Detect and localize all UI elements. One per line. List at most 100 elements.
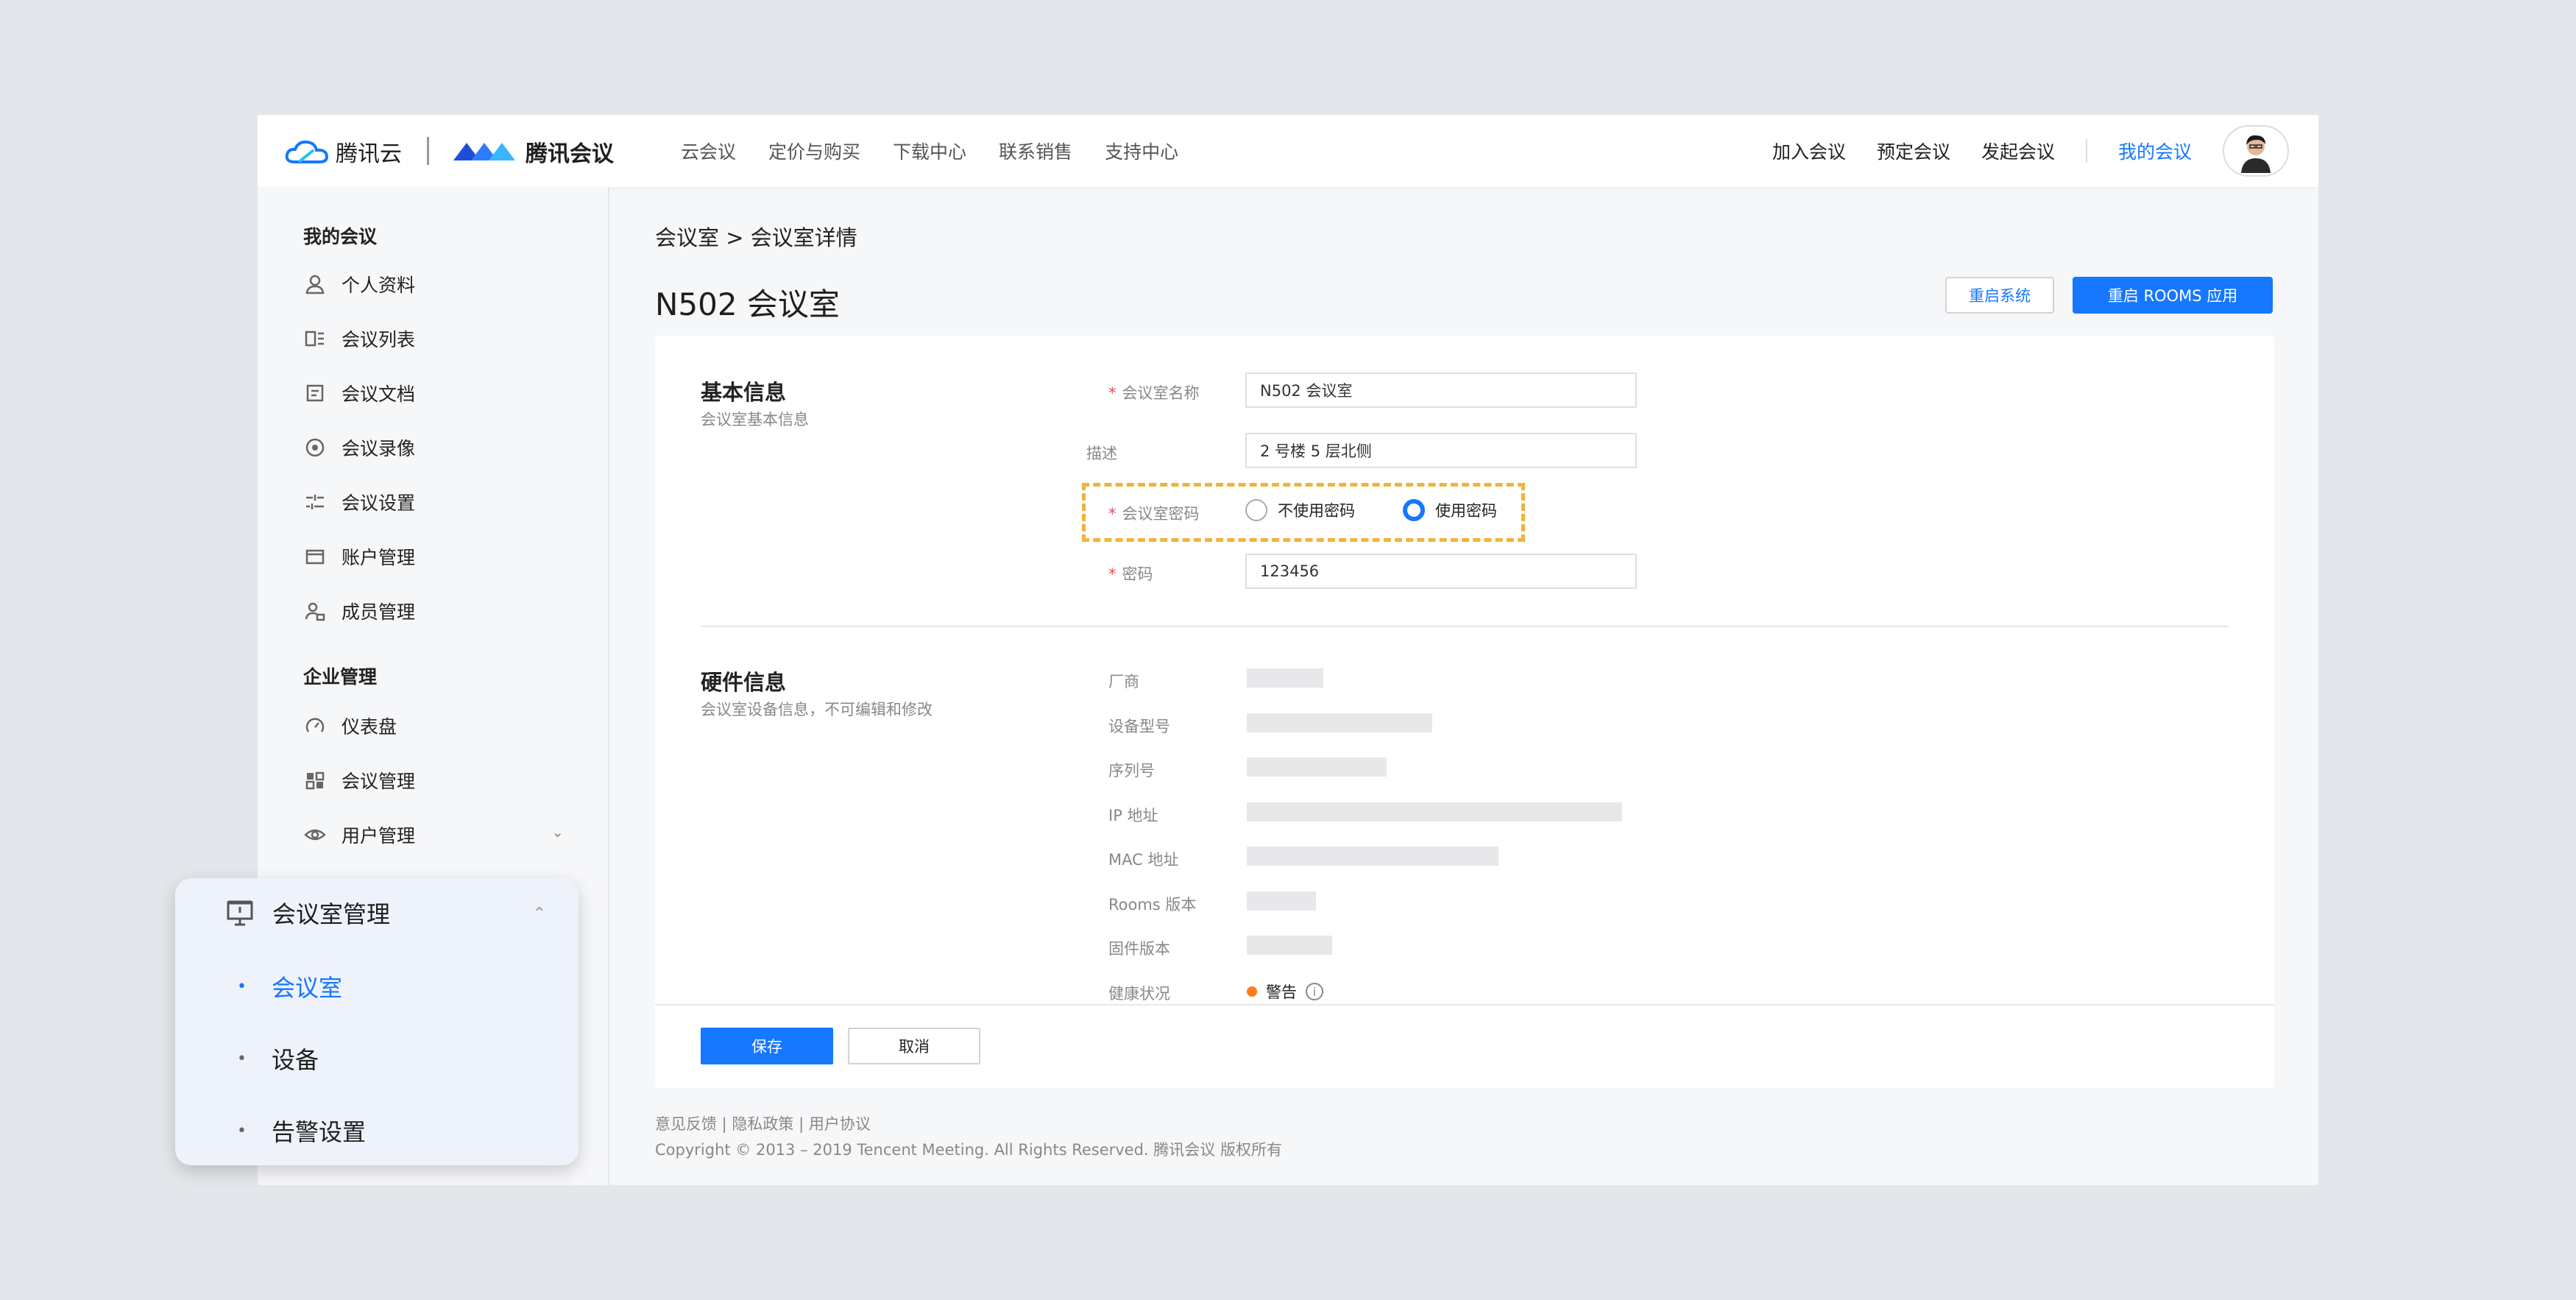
- rooms-version-value-placeholder: [1247, 891, 1316, 911]
- bullet-dot-icon: •: [237, 1121, 247, 1140]
- grid-icon: [303, 769, 327, 792]
- section-divider: [701, 626, 2229, 627]
- ip-label: IP 地址: [1108, 807, 1158, 824]
- health-status-text: 警告: [1266, 983, 1297, 1001]
- save-button[interactable]: 保存: [701, 1028, 833, 1064]
- settings-sliders-icon: [303, 490, 327, 514]
- avatar[interactable]: [2223, 125, 2289, 177]
- sidebar-item-label: 会议列表: [342, 329, 416, 350]
- sidebar-item-label: 会议录像: [342, 438, 416, 459]
- nav-divider: [2085, 139, 2087, 163]
- tencent-meeting-logo[interactable]: 腾讯会议: [450, 135, 614, 168]
- hardware-info-title: 硬件信息: [701, 670, 787, 695]
- description-input[interactable]: 2 号楼 5 层北侧: [1245, 433, 1637, 468]
- eye-icon: [303, 823, 327, 847]
- sidebar-item-label: 成员管理: [342, 601, 416, 623]
- brand1-text: 腾讯云: [336, 141, 402, 167]
- health-status: 警告 i: [1247, 981, 1323, 1003]
- sidebar-item-recordings[interactable]: 会议录像: [303, 433, 415, 462]
- chevron-down-icon[interactable]: ⌄: [551, 823, 564, 841]
- room-management-submenu: 会议室管理 ⌃ • 会议室 • 设备 • 告警设置: [175, 878, 578, 1165]
- radio-no-password[interactable]: 不使用密码: [1245, 499, 1355, 521]
- radio-use-password-label: 使用密码: [1435, 502, 1497, 520]
- room-management-header[interactable]: 会议室管理: [225, 896, 390, 930]
- submenu-item-alert-settings[interactable]: • 告警设置: [237, 1114, 366, 1148]
- vendor-label: 厂商: [1108, 673, 1139, 690]
- sidebar-item-account[interactable]: 账户管理: [303, 542, 415, 571]
- room-name-label: * 会议室名称: [1108, 384, 1200, 402]
- bullet-dot-icon: •: [237, 977, 247, 996]
- sidebar-section-enterprise: 企业管理: [303, 666, 378, 688]
- top-nav: 云会议 定价与购买 下载中心 联系销售 支持中心: [681, 115, 1178, 187]
- cancel-button[interactable]: 取消: [848, 1028, 980, 1064]
- brand2-text: 腾讯会议: [526, 141, 614, 167]
- ip-value-placeholder: [1247, 802, 1622, 822]
- sidebar-item-label: 账户管理: [342, 547, 416, 568]
- chevron-up-icon[interactable]: ⌃: [533, 905, 546, 923]
- top-bar: 腾讯云 腾讯会议 云会议 定价与购买 下载中心 联系销售 支持中心 加入会议 预…: [258, 115, 2318, 187]
- radio-use-password[interactable]: 使用密码: [1403, 499, 1497, 521]
- restart-system-button[interactable]: 重启系统: [1945, 277, 2054, 314]
- submenu-item-label: 会议室: [271, 974, 342, 1002]
- sidebar-item-label: 会议管理: [342, 771, 416, 792]
- password-label: * 密码: [1108, 565, 1153, 583]
- warning-dot-icon: [1247, 986, 1257, 997]
- rooms-version-label: Rooms 版本: [1108, 896, 1197, 914]
- wallet-icon: [303, 545, 327, 568]
- radio-checked-icon: [1403, 499, 1425, 521]
- user-icon: [303, 272, 327, 296]
- submenu-item-devices[interactable]: • 设备: [237, 1042, 319, 1075]
- schedule-meeting-link[interactable]: 预定会议: [1877, 138, 1950, 164]
- sidebar-item-members[interactable]: 成员管理: [303, 596, 415, 626]
- nav-pricing[interactable]: 定价与购买: [768, 138, 860, 164]
- start-meeting-link[interactable]: 发起会议: [1981, 138, 2055, 164]
- radio-unchecked-icon: [1245, 499, 1267, 521]
- footer-links[interactable]: 意见反馈 | 隐私政策 | 用户协议: [655, 1112, 871, 1134]
- meeting-logo-icon: [453, 143, 515, 160]
- sidebar-item-profile[interactable]: 个人资料: [303, 269, 415, 299]
- model-label: 设备型号: [1108, 718, 1170, 735]
- user-avatar-icon: [2241, 135, 2271, 173]
- room-name-input[interactable]: N502 会议室: [1245, 372, 1637, 408]
- join-meeting-link[interactable]: 加入会议: [1772, 138, 1846, 164]
- sidebar-item-meeting-management[interactable]: 会议管理: [303, 766, 415, 795]
- members-icon: [303, 599, 327, 623]
- description-label: 描述: [1086, 445, 1117, 462]
- room-password-mode-label: * 会议室密码: [1108, 505, 1200, 523]
- sidebar-item-documents[interactable]: 会议文档: [303, 378, 415, 408]
- sidebar-item-meeting-list[interactable]: 会议列表: [303, 324, 415, 353]
- footer-divider: [655, 1004, 2274, 1006]
- nav-cloud-meeting[interactable]: 云会议: [681, 138, 736, 164]
- health-label: 健康状况: [1108, 985, 1170, 1003]
- submenu-item-label: 设备: [271, 1046, 319, 1074]
- footer-copyright: Copyright © 2013 – 2019 Tencent Meeting.…: [655, 1141, 1282, 1159]
- nav-contact-sales[interactable]: 联系销售: [999, 138, 1072, 164]
- sidebar-item-user-management[interactable]: 用户管理: [303, 820, 415, 849]
- mac-value-placeholder: [1247, 847, 1498, 866]
- list-icon: [303, 327, 327, 350]
- nav-download[interactable]: 下载中心: [893, 138, 966, 164]
- bullet-dot-icon: •: [237, 1049, 247, 1068]
- sidebar-item-label: 用户管理: [342, 825, 416, 847]
- hardware-info-subtitle: 会议室设备信息，不可编辑和修改: [701, 701, 933, 718]
- firmware-label: 固件版本: [1108, 940, 1170, 958]
- basic-info-title: 基本信息: [701, 380, 787, 405]
- sidebar-item-label: 会议设置: [342, 492, 416, 514]
- my-meetings-link[interactable]: 我的会议: [2118, 138, 2192, 164]
- nav-support[interactable]: 支持中心: [1105, 138, 1178, 164]
- password-input[interactable]: 123456: [1245, 554, 1637, 589]
- model-value-placeholder: [1247, 713, 1432, 732]
- tencent-cloud-logo[interactable]: 腾讯云: [284, 135, 402, 168]
- record-icon: [303, 436, 327, 459]
- sidebar-section-my-meetings: 我的会议: [303, 226, 378, 247]
- restart-rooms-app-button[interactable]: 重启 ROOMS 应用: [2073, 277, 2273, 314]
- sidebar-item-settings[interactable]: 会议设置: [303, 487, 415, 517]
- submenu-item-rooms[interactable]: • 会议室: [237, 969, 342, 1003]
- sidebar-item-dashboard[interactable]: 仪表盘: [303, 711, 397, 741]
- sidebar-item-label: 会议文档: [342, 384, 416, 405]
- info-icon[interactable]: i: [1306, 983, 1323, 1000]
- firmware-value-placeholder: [1247, 936, 1332, 955]
- presentation-board-icon: [227, 900, 253, 926]
- radio-no-password-label: 不使用密码: [1278, 502, 1355, 520]
- basic-info-subtitle: 会议室基本信息: [701, 411, 809, 428]
